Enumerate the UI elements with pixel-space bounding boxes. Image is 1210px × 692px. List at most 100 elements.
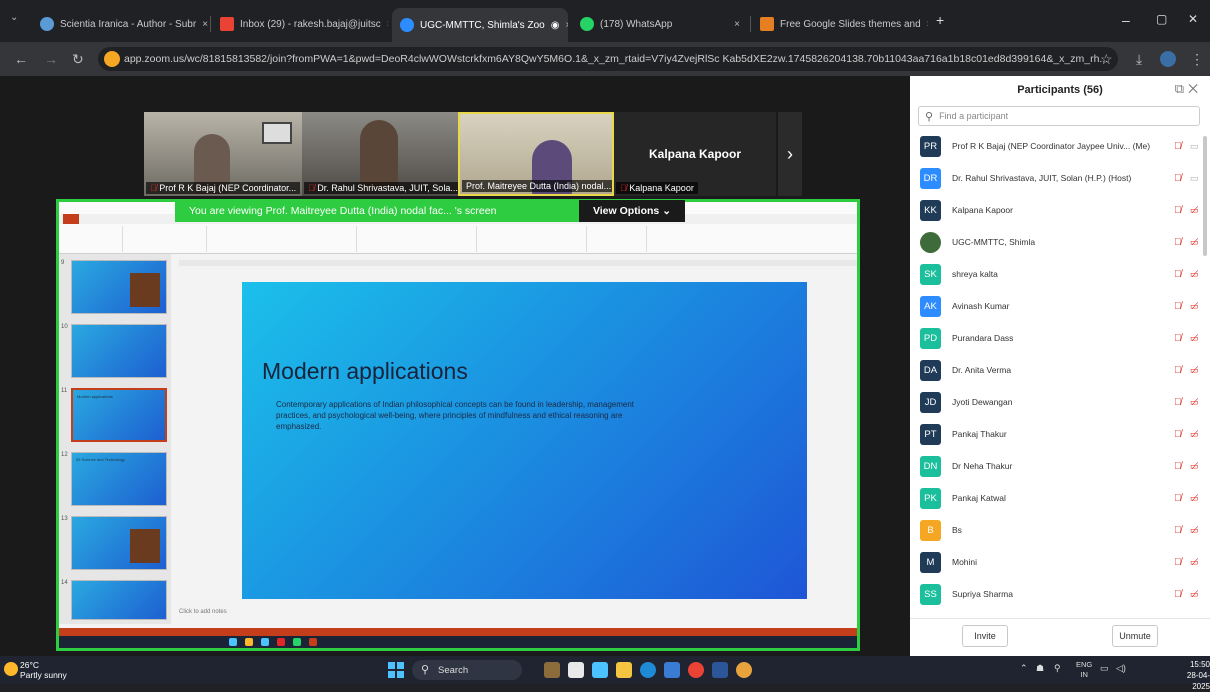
camera-off-icon[interactable]: ▭̸ <box>1190 301 1199 312</box>
participant-row[interactable]: PT Pankaj Thakur 🎙̸ ▭̸ <box>910 418 1210 450</box>
word-icon[interactable] <box>712 662 728 678</box>
tab-list-chevron-icon[interactable]: ⌄ <box>10 12 18 23</box>
participant-row[interactable]: DN Dr Neha Thakur 🎙̸ ▭̸ <box>910 450 1210 482</box>
camera-off-icon[interactable]: ▭̸ <box>1190 589 1199 600</box>
popout-icon[interactable]: ⧉ <box>1175 81 1188 96</box>
tray-overflow-icon[interactable]: ⌃ <box>1020 663 1028 674</box>
task-view-icon[interactable] <box>568 662 584 678</box>
taskbar-clock[interactable]: 15:50 28-04-2025 <box>1172 659 1210 692</box>
view-options-button[interactable]: View Options ⌄ <box>578 200 685 222</box>
participant-row[interactable]: M Mohini 🎙̸ ▭̸ <box>910 546 1210 578</box>
camera-off-icon[interactable]: ▭̸ <box>1190 493 1199 504</box>
reload-icon[interactable]: ↻ <box>72 51 84 68</box>
video-tile[interactable]: 🎙̸ Prof R K Bajaj (NEP Coordinator... <box>144 112 302 196</box>
browser-tab-scientia[interactable]: Scientia Iranica - Author - Subr × <box>32 10 208 38</box>
app-icon[interactable] <box>736 662 752 678</box>
profile-avatar-icon[interactable] <box>1160 51 1176 67</box>
location-icon[interactable]: ⚲ <box>1054 663 1061 674</box>
new-tab-button[interactable]: + <box>936 12 944 28</box>
windows-start-icon[interactable] <box>388 662 404 678</box>
camera-icon[interactable]: ▭ <box>1190 141 1199 152</box>
video-tile-active-speaker[interactable]: Prof. Maitreyee Dutta (India) nodal... <box>458 112 614 196</box>
participant-row[interactable]: SS Supriya Sharma 🎙̸ ▭̸ <box>910 578 1210 610</box>
bookmark-star-icon[interactable]: ☆ <box>1100 51 1113 68</box>
url-field[interactable]: app.zoom.us/wc/81815813582/join?fromPWA=… <box>98 47 1118 71</box>
camera-off-icon[interactable]: ▭̸ <box>1190 429 1199 440</box>
camera-off-icon[interactable]: ▭̸ <box>1190 205 1199 216</box>
participant-row[interactable]: AK Avinash Kumar 🎙̸ ▭̸ <box>910 290 1210 322</box>
camera-off-icon[interactable]: ▭̸ <box>1190 557 1199 568</box>
muted-mic-icon[interactable]: 🎙̸ <box>1174 461 1182 472</box>
slide-thumbnail[interactable] <box>71 516 167 570</box>
notes-placeholder[interactable]: Click to add notes <box>179 609 227 615</box>
video-tile[interactable]: 🎙̸ Dr. Rahul Shrivastava, JUIT, Sola... <box>302 112 458 196</box>
close-icon[interactable]: × <box>559 20 568 31</box>
browser-tab-whatsapp[interactable]: (178) WhatsApp × <box>572 10 748 38</box>
browser-tab-slides[interactable]: Free Google Slides themes and × <box>752 10 928 38</box>
muted-mic-icon[interactable]: 🎙̸ <box>1174 205 1182 216</box>
download-icon[interactable]: ⤓ <box>1136 51 1142 68</box>
camera-off-icon[interactable]: ▭̸ <box>1190 525 1199 536</box>
muted-mic-icon[interactable]: 🎙̸ <box>1174 173 1182 184</box>
participant-list-scrollbar[interactable] <box>1203 136 1207 256</box>
widgets-icon[interactable] <box>544 662 560 678</box>
close-icon[interactable]: × <box>921 19 928 30</box>
volume-icon[interactable]: ◁) <box>1116 663 1126 674</box>
video-tile-camera-off[interactable]: Kalpana Kapoor 🎙̸ Kalpana Kapoor <box>614 112 776 196</box>
store-icon[interactable] <box>664 662 680 678</box>
camera-off-icon[interactable]: ▭̸ <box>1190 397 1199 408</box>
language-indicator[interactable]: ENG IN <box>1076 660 1092 680</box>
unmute-button[interactable]: Unmute <box>1112 625 1158 647</box>
participant-row[interactable]: PR Prof R K Bajaj (NEP Coordinator Jaypee… <box>910 130 1210 162</box>
muted-mic-icon[interactable]: 🎙̸ <box>1174 429 1182 440</box>
camera-off-icon[interactable]: ▭̸ <box>1190 333 1199 344</box>
slide-thumbnail-selected[interactable]: Modern applications <box>71 388 167 442</box>
muted-mic-icon[interactable]: 🎙̸ <box>1174 333 1182 344</box>
display-icon[interactable]: ▭ <box>1100 663 1109 674</box>
close-icon[interactable]: × <box>728 19 740 30</box>
forward-arrow-icon[interactable]: → <box>44 51 58 67</box>
close-icon[interactable]: × <box>196 19 208 30</box>
browser-tab-zoom[interactable]: UGC-MMTTC, Shimla's Zoo ◉ × <box>392 8 568 42</box>
next-page-arrow[interactable]: › <box>778 112 802 196</box>
maximize-button[interactable]: ▢ <box>1156 12 1167 26</box>
muted-mic-icon[interactable]: 🎙̸ <box>1174 493 1182 504</box>
slide-thumbnail[interactable] <box>71 324 167 378</box>
browser-menu-icon[interactable]: ⋮ <box>1190 51 1204 68</box>
participant-row[interactable]: SK shreya kalta 🎙̸ ▭̸ <box>910 258 1210 290</box>
muted-mic-icon[interactable]: 🎙̸ <box>1174 269 1182 280</box>
edge-icon[interactable] <box>640 662 656 678</box>
chrome-icon[interactable] <box>688 662 704 678</box>
teams-icon[interactable] <box>592 662 608 678</box>
muted-mic-icon[interactable]: 🎙̸ <box>1174 365 1182 376</box>
participant-row[interactable]: UGC-MMTTC, Shimla 🎙̸ ▭̸ <box>910 226 1210 258</box>
slide-thumbnail[interactable] <box>71 580 167 620</box>
browser-tab-gmail[interactable]: Inbox (29) - rakesh.bajaj@juitsc × <box>212 10 388 38</box>
participant-row[interactable]: DA Dr. Anita Verma 🎙̸ ▭̸ <box>910 354 1210 386</box>
back-arrow-icon[interactable]: ← <box>14 51 28 67</box>
camera-off-icon[interactable]: ▭̸ <box>1190 269 1199 280</box>
invite-button[interactable]: Invite <box>962 625 1008 647</box>
minimize-button[interactable]: – <box>1122 12 1130 28</box>
muted-mic-icon[interactable]: 🎙̸ <box>1174 301 1182 312</box>
muted-mic-icon[interactable]: 🎙̸ <box>1174 589 1182 600</box>
camera-off-icon[interactable]: ▭̸ <box>1190 365 1199 376</box>
participant-search-field[interactable]: ⚲ Find a participant <box>918 106 1200 126</box>
participant-row[interactable]: PK Pankaj Katwal 🎙̸ ▭̸ <box>910 482 1210 514</box>
muted-mic-icon[interactable]: 🎙̸ <box>1174 525 1182 536</box>
file-explorer-icon[interactable] <box>616 662 632 678</box>
participant-row[interactable]: B Bs 🎙̸ ▭̸ <box>910 514 1210 546</box>
close-panel-icon[interactable]: ✕ <box>1188 81 1202 96</box>
muted-mic-icon[interactable]: 🎙̸ <box>1174 397 1182 408</box>
network-icon[interactable]: ☗ <box>1036 663 1044 674</box>
participant-row[interactable]: JD Jyoti Dewangan 🎙̸ ▭̸ <box>910 386 1210 418</box>
muted-mic-icon[interactable]: 🎙̸ <box>1174 237 1182 248</box>
muted-mic-icon[interactable]: 🎙̸ <box>1174 141 1182 152</box>
participant-row[interactable]: DR Dr. Rahul Shrivastava, JUIT, Solan (H.… <box>910 162 1210 194</box>
participant-row[interactable]: KK Kalpana Kapoor 🎙̸ ▭̸ <box>910 194 1210 226</box>
slide-thumbnail[interactable]: 05 Science and Technology <box>71 452 167 506</box>
taskbar-search[interactable]: ⚲ Search <box>412 660 522 680</box>
window-close-button[interactable]: ✕ <box>1188 12 1198 26</box>
slide-thumbnail[interactable] <box>71 260 167 314</box>
weather-widget[interactable]: 26°C Partly sunny <box>20 660 67 680</box>
